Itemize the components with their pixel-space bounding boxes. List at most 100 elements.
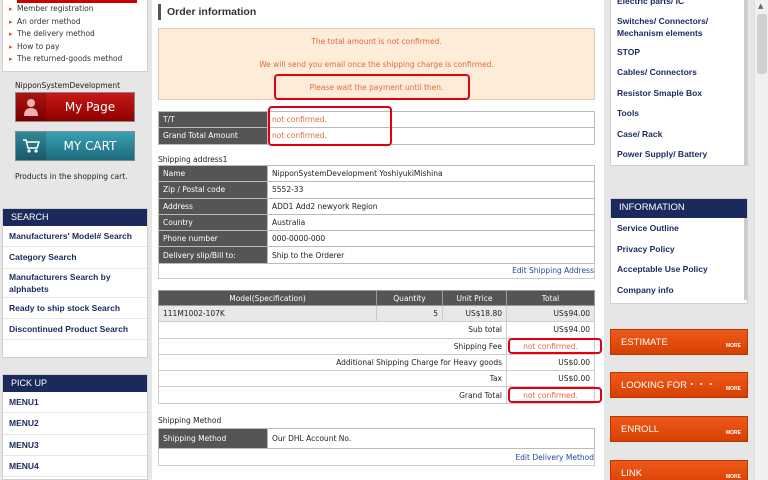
link-label: LINK [621,468,643,479]
payment-key: T/T [158,110,268,129]
category-switches-line2: Mechanism elements [617,27,703,38]
search-heading: SEARCH [3,209,147,226]
table-row: 111M1002-107K 5 US$18.80 US$94.00 [158,304,595,323]
category-case-rack[interactable]: Case/ Rack [611,123,747,144]
user-icon [16,93,46,121]
table-row: Tax US$0.00 [158,370,595,388]
guide-menu: Member registration An order method The … [2,0,148,72]
search-discontinued-link[interactable]: Discontinued Product Search [3,319,147,341]
right-sidebar: Electric parts/ IC Switches/ Connectors/… [606,0,750,480]
guide-item-delivery-method[interactable]: The delivery method [9,28,147,41]
pickup-menu1[interactable]: MENU1 [3,392,147,414]
pickup-menu3[interactable]: MENU3 [3,435,147,456]
estimate-label: ESTIMATE [621,337,668,348]
address-value: ADD1 Add2 newyork Region [267,197,595,215]
cart-note: Products in the shopping cart. [15,172,128,181]
payment-notice-highlight [274,74,470,100]
shipping-method-key: Shipping Method [158,428,268,449]
address-value: Australia [267,213,595,232]
my-cart-button[interactable]: MY CART [15,131,135,161]
table-row: Name NipponSystemDevelopment YoshiyukiMis… [158,164,595,183]
edit-shipping-address-link[interactable]: Edit Shipping Address [512,266,594,275]
info-service-outline[interactable]: Service Outline [611,218,747,239]
search-manufacturers-line1: Manufacturers Search by [9,271,111,282]
search-model-link[interactable]: Manufacturers' Model# Search [3,226,147,248]
cart-icon [16,132,46,160]
shipping-method-heading: Shipping Method [158,416,222,425]
enroll-button[interactable]: ENROLL MORE [610,416,748,442]
table-row: Zip / Postal code 5552-33 [158,181,595,199]
pickup-heading: PICK UP [3,375,147,392]
summary-value: US$0.00 [506,370,595,388]
my-page-button[interactable]: My Page [15,92,135,122]
info-privacy-policy[interactable]: Privacy Policy [611,238,747,259]
information-panel: INFORMATION Service Outline Privacy Poli… [610,198,748,304]
search-manufacturers-line2: alphabets [9,283,49,294]
category-stop[interactable]: STOP [611,41,747,62]
pickup-menu4[interactable]: MENU4 [3,456,147,478]
user-name: NipponSystemDevelopment [15,81,121,90]
guide-item-order-method[interactable]: An order method [9,16,147,29]
search-ready-stock-link[interactable]: Ready to ship stock Search [3,298,147,319]
notice-line2: We will send you email once the shipping… [259,60,494,69]
column-header-total: Total [506,290,595,306]
vertical-scrollbar[interactable]: ▲ [754,0,768,480]
shipping-address-table: Name NipponSystemDevelopment YoshiyukiMis… [158,164,595,264]
more-label: MORE [726,430,741,436]
item-unit-price: US$18.80 [442,304,507,323]
scroll-up-arrow-icon[interactable]: ▲ [758,2,763,10]
estimate-button[interactable]: ESTIMATE MORE [610,329,748,355]
table-row: Phone number 000-0000-000 [158,230,595,248]
more-label: MORE [726,474,741,480]
grand-total-highlight [508,387,602,403]
payment-highlight [268,106,392,146]
summary-value: US$0.00 [506,353,595,372]
guide-item-member-registration[interactable]: Member registration [9,3,147,16]
grand-total-key: Grand Total Amount [158,127,268,145]
order-header-row: Model(Specification) Quantity Unit Price… [158,290,595,306]
shipping-method-value: Our DHL Account No. [267,428,595,449]
my-page-label: My Page [64,100,116,114]
category-resistor[interactable]: Resistor Smaple Box [611,82,747,103]
link-button[interactable]: LINK MORE [610,460,748,480]
category-switches-line1: Switches/ Connectors/ [617,15,709,26]
scrollbar-thumb[interactable] [757,14,767,74]
pickup-panel: PICK UP MENU1 MENU2 MENU3 MENU4 [2,374,148,480]
search-manufacturers-link[interactable]: Manufacturers Search by alphabets [3,269,147,298]
notice-line1: The total amount is not confirmed. [311,37,442,46]
address-key: Country [158,213,268,232]
page-title: Order information [158,4,256,20]
address-value: 000-0000-000 [267,230,595,248]
address-value: NipponSystemDevelopment YoshiyukiMishina [267,164,595,183]
table-row: Delivery slip/Bill to: Ship to the Ordere… [158,246,595,264]
summary-label: Additional Shipping Charge for Heavy goo… [158,353,507,372]
summary-label: Tax [158,370,507,388]
category-tools[interactable]: Tools [611,103,747,124]
shipping-address-heading: Shipping address1 [158,155,228,164]
summary-label: Grand Total [158,386,507,404]
address-key: Zip / Postal code [158,181,268,199]
category-power-supply[interactable]: Power Supply/ Battery [611,144,747,165]
column-header-unit-price: Unit Price [442,290,507,306]
edit-delivery-method-link[interactable]: Edit Delivery Method [515,453,594,462]
table-row: Shipping Method Our DHL Account No. [158,428,595,449]
item-quantity: 5 [376,304,443,323]
pickup-menu2[interactable]: MENU2 [3,413,147,435]
category-electric-parts[interactable]: Electric parts/ IC [611,0,747,12]
info-acceptable-use[interactable]: Acceptable Use Policy [611,259,747,280]
shipping-method-table: Shipping Method Our DHL Account No. [158,428,595,449]
category-switches[interactable]: Switches/ Connectors/ Mechanism elements [611,11,747,42]
column-header-quantity: Quantity [376,290,443,306]
category-cables[interactable]: Cables/ Connectors [611,62,747,83]
information-heading: INFORMATION [611,199,747,218]
search-category-link[interactable]: Category Search [3,247,147,269]
table-row: Country Australia [158,213,595,232]
shipping-fee-highlight [508,338,602,354]
info-company-info[interactable]: Company info [611,279,747,300]
more-label: MORE [726,343,741,349]
summary-label: Sub total [158,321,507,339]
looking-for-button[interactable]: LOOKING FOR・・・ MORE [610,372,748,398]
guide-item-how-to-pay[interactable]: How to pay [9,41,147,54]
guide-item-returned-goods[interactable]: The returned-goods method [9,53,147,66]
address-key: Address [158,197,268,215]
